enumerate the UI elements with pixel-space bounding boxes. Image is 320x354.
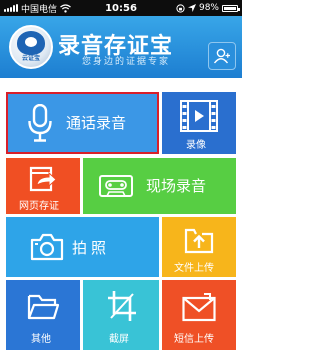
- folder-icon: [27, 294, 59, 320]
- web-evidence-label: 网页存证: [19, 201, 59, 212]
- sms-upload-label: 短信上传: [174, 334, 214, 345]
- screenshot-tile[interactable]: 截屏: [83, 280, 159, 350]
- function-grid: 通话录音 录像 网页存证 现场录音 拍照 文件上传 其他 截屏 短信上传: [0, 78, 242, 354]
- file-upload-label: 文件上传: [174, 263, 214, 274]
- sms-upload-tile[interactable]: 短信上传: [162, 280, 236, 350]
- status-bar: 中国电信 10:56 98%: [0, 0, 242, 16]
- location-icon: [187, 4, 196, 12]
- selection-highlight: [6, 92, 159, 154]
- web-evidence-tile[interactable]: 网页存证: [6, 158, 80, 214]
- lock-rotation-icon: [176, 3, 185, 13]
- scene-recording-tile[interactable]: 现场录音: [83, 158, 236, 214]
- clock: 10:56: [105, 2, 137, 14]
- video-tile[interactable]: 录像: [162, 92, 236, 154]
- upload-icon: [184, 228, 214, 254]
- signal-icon: [4, 4, 18, 12]
- wifi-icon: [60, 3, 71, 13]
- film-icon: [180, 100, 218, 132]
- carrier-label: 中国电信: [21, 4, 58, 15]
- app-header: 云证宝 录音存证宝 您身边的证据专家: [0, 16, 242, 78]
- app-slogan: 您身边的证据专家: [82, 57, 171, 67]
- video-label: 录像: [186, 140, 206, 151]
- photo-label: 拍照: [72, 239, 111, 257]
- shield-icon: [17, 31, 45, 55]
- user-icon: [213, 48, 230, 64]
- file-upload-tile[interactable]: 文件上传: [162, 217, 236, 277]
- photo-tile[interactable]: 拍照: [6, 217, 159, 277]
- battery-percent: 98%: [198, 3, 219, 13]
- scene-recording-label: 现场录音: [146, 177, 207, 195]
- cassette-icon: [99, 175, 133, 197]
- logo-text: 云证宝: [21, 55, 40, 62]
- battery-icon: [222, 4, 240, 12]
- user-profile-button[interactable]: [208, 42, 236, 70]
- web-export-icon: [29, 166, 57, 192]
- envelope-icon: [182, 293, 216, 322]
- app-logo: 云证宝: [9, 25, 53, 69]
- screenshot-label: 截屏: [109, 334, 129, 345]
- crop-icon: [108, 291, 136, 321]
- camera-icon: [30, 233, 64, 261]
- other-label: 其他: [31, 334, 51, 345]
- other-tile[interactable]: 其他: [6, 280, 80, 350]
